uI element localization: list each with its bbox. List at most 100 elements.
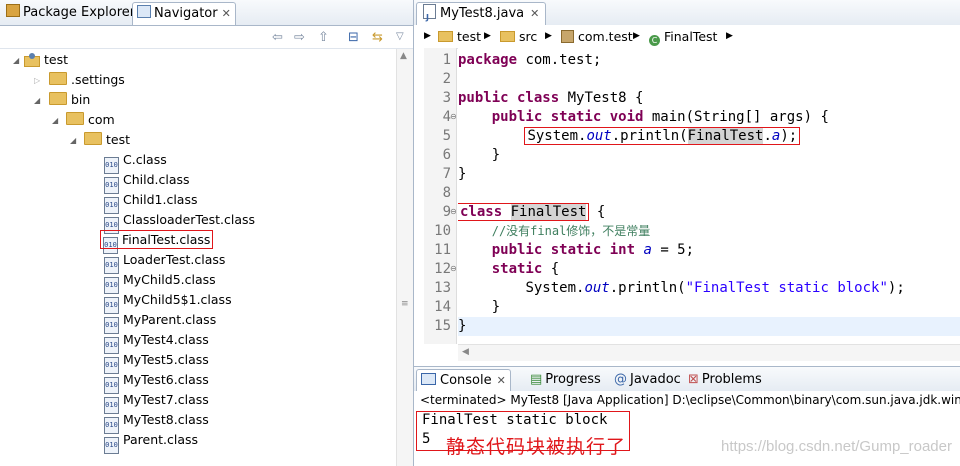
- open-folder-icon: [84, 132, 102, 145]
- tree-item-class[interactable]: 010 MyChild5$1.class: [104, 290, 232, 314]
- class-icon: C: [649, 35, 660, 46]
- code-line: public class MyTest8 {: [458, 90, 644, 106]
- tree-item-settings[interactable]: .settings: [49, 70, 125, 90]
- tree-item-class[interactable]: 010 MyTest5.class: [104, 350, 209, 374]
- code-line: public static void main(String[] args) {: [491, 109, 829, 125]
- breadcrumb-src[interactable]: src: [500, 25, 537, 48]
- source-folder-icon: [500, 31, 515, 42]
- code-line: static {: [491, 261, 560, 277]
- project-icon: [24, 53, 40, 67]
- console-output[interactable]: FinalTest static block 5 静态代码块被执行了 https…: [414, 410, 960, 466]
- close-icon[interactable]: ✕: [222, 7, 231, 20]
- line-number: 1: [442, 52, 451, 68]
- expanded-arrow-icon[interactable]: ◢: [34, 96, 40, 105]
- scroll-grip-icon[interactable]: ≡: [401, 299, 409, 309]
- scroll-left-icon[interactable]: ◀: [462, 347, 469, 357]
- code-editor[interactable]: package com.test; public class MyTest8 {…: [458, 48, 960, 344]
- tree-item-class[interactable]: 010 Parent.class: [104, 430, 198, 454]
- class-file-icon: 010: [104, 437, 119, 454]
- tree-item-class[interactable]: 010 ClassloaderTest.class: [104, 210, 255, 234]
- code-line-current: }: [458, 317, 960, 336]
- line-number-gutter: 1 2 3 4 5 6 7 8 9 10 11 12 13 14 15 ⊖ ⊖ …: [424, 48, 457, 344]
- back-icon[interactable]: ⇦: [272, 30, 283, 45]
- tree-item-class[interactable]: 010 MyTest8.class: [104, 410, 209, 434]
- tab-navigator[interactable]: Navigator ✕: [132, 2, 236, 25]
- close-icon[interactable]: ✕: [530, 7, 539, 20]
- open-folder-icon: [49, 92, 67, 105]
- fold-icon[interactable]: ⊖: [450, 207, 457, 216]
- highlighted-class-declaration: class FinalTest: [458, 203, 590, 221]
- tree-item-class[interactable]: 010 Child1.class: [104, 190, 198, 214]
- expanded-arrow-icon[interactable]: ◢: [13, 56, 19, 65]
- fold-icon[interactable]: ⊖: [450, 264, 457, 273]
- tree-item-com[interactable]: com: [66, 110, 115, 130]
- open-folder-icon: [66, 112, 84, 125]
- line-number: 7: [442, 166, 451, 182]
- chevron-right-icon: ▶: [633, 31, 640, 41]
- watermark: https://blog.csdn.net/Gump_roader: [721, 438, 952, 455]
- code-line: class FinalTest {: [458, 203, 606, 221]
- expanded-arrow-icon[interactable]: ◢: [52, 116, 58, 125]
- editor-area: J MyTest8.java ✕ ▶ test ▶ src ▶ com.test ▶…: [414, 0, 960, 466]
- tree-item-class[interactable]: 010 MyTest6.class: [104, 370, 209, 394]
- tree-item-class[interactable]: 010 MyTest4.class: [104, 330, 209, 354]
- line-number: 3: [442, 90, 451, 106]
- java-file-icon: J: [423, 4, 436, 22]
- tree-item-class[interactable]: 010 MyParent.class: [104, 310, 216, 334]
- breadcrumb: ▶ test ▶ src ▶ com.test ▶ C FinalTest ▶: [414, 25, 960, 49]
- tree-item-class[interactable]: 010 MyTest7.class: [104, 390, 209, 414]
- code-line: System.out.println(FinalTest.a);: [458, 127, 801, 146]
- tree-item-class-highlighted[interactable]: 010 FinalTest.class: [99, 230, 214, 254]
- output-line: 5: [422, 431, 431, 447]
- handwritten-annotation: 静态代码块被执行了: [446, 436, 627, 458]
- collapsed-arrow-icon[interactable]: ▷: [34, 76, 40, 85]
- console-status: <terminated> MyTest8 [Java Application] …: [414, 391, 960, 409]
- tab-problems[interactable]: ⊠ Problems: [684, 369, 766, 391]
- line-number: 12: [434, 261, 451, 277]
- code-line: }: [458, 166, 467, 182]
- tab-progress[interactable]: ▤ Progress: [526, 369, 605, 391]
- folder-icon: [49, 72, 67, 85]
- tab-javadoc[interactable]: @ Javadoc: [610, 369, 685, 391]
- forward-icon[interactable]: ⇨: [294, 30, 305, 45]
- up-folder-icon[interactable]: ⇧: [318, 30, 329, 45]
- line-number: 15: [434, 318, 451, 334]
- collapse-all-icon[interactable]: ⊟: [348, 30, 359, 45]
- project-icon: [438, 31, 453, 42]
- tab-package-explorer[interactable]: Package Explorer: [2, 2, 139, 24]
- vertical-scrollbar[interactable]: ▲ ≡: [396, 49, 413, 466]
- tree-item-test-folder[interactable]: test: [84, 130, 130, 150]
- horizontal-scrollbar[interactable]: ◀: [458, 344, 960, 361]
- code-line: public static int a = 5;: [491, 242, 695, 258]
- close-icon[interactable]: ✕: [497, 374, 506, 387]
- view-menu-icon[interactable]: ▽: [396, 31, 404, 42]
- breadcrumb-project[interactable]: test: [438, 25, 481, 48]
- console-icon: [421, 373, 436, 385]
- code-line: }: [458, 299, 501, 315]
- link-with-editor-icon[interactable]: ⇆: [372, 30, 383, 45]
- tab-mytest8-java[interactable]: J MyTest8.java ✕: [416, 2, 547, 25]
- tree-item-class[interactable]: 010 MyChild5.class: [104, 270, 216, 294]
- tree-item-class[interactable]: 010 Child.class: [104, 170, 190, 194]
- expanded-arrow-icon[interactable]: ◢: [70, 136, 76, 145]
- code-line: System.out.println("FinalTest static blo…: [525, 280, 905, 296]
- scroll-up-icon[interactable]: ▲: [400, 51, 407, 61]
- tree-item-class[interactable]: 010 C.class: [104, 150, 167, 174]
- navigator-icon: [137, 5, 151, 18]
- chevron-right-icon: ▶: [726, 31, 733, 41]
- breadcrumb-package[interactable]: com.test: [561, 25, 633, 48]
- left-tabbar: Package Explorer Navigator ✕: [0, 0, 413, 26]
- line-number: 6: [442, 147, 451, 163]
- breadcrumb-class[interactable]: C FinalTest: [649, 25, 717, 48]
- line-number: 10: [434, 223, 451, 239]
- problems-icon: ⊠: [688, 372, 699, 387]
- progress-icon: ▤: [530, 372, 543, 387]
- code-line: }: [458, 147, 501, 163]
- tree-item-bin[interactable]: bin: [49, 90, 90, 110]
- javadoc-icon: @: [614, 372, 627, 387]
- chevron-right-icon: ▶: [545, 31, 552, 41]
- tree-item-class[interactable]: 010 LoaderTest.class: [104, 250, 225, 274]
- tree-item-project-test[interactable]: test: [24, 50, 68, 70]
- fold-icon[interactable]: ⊖: [450, 112, 457, 121]
- tab-console[interactable]: Console ✕: [416, 369, 511, 392]
